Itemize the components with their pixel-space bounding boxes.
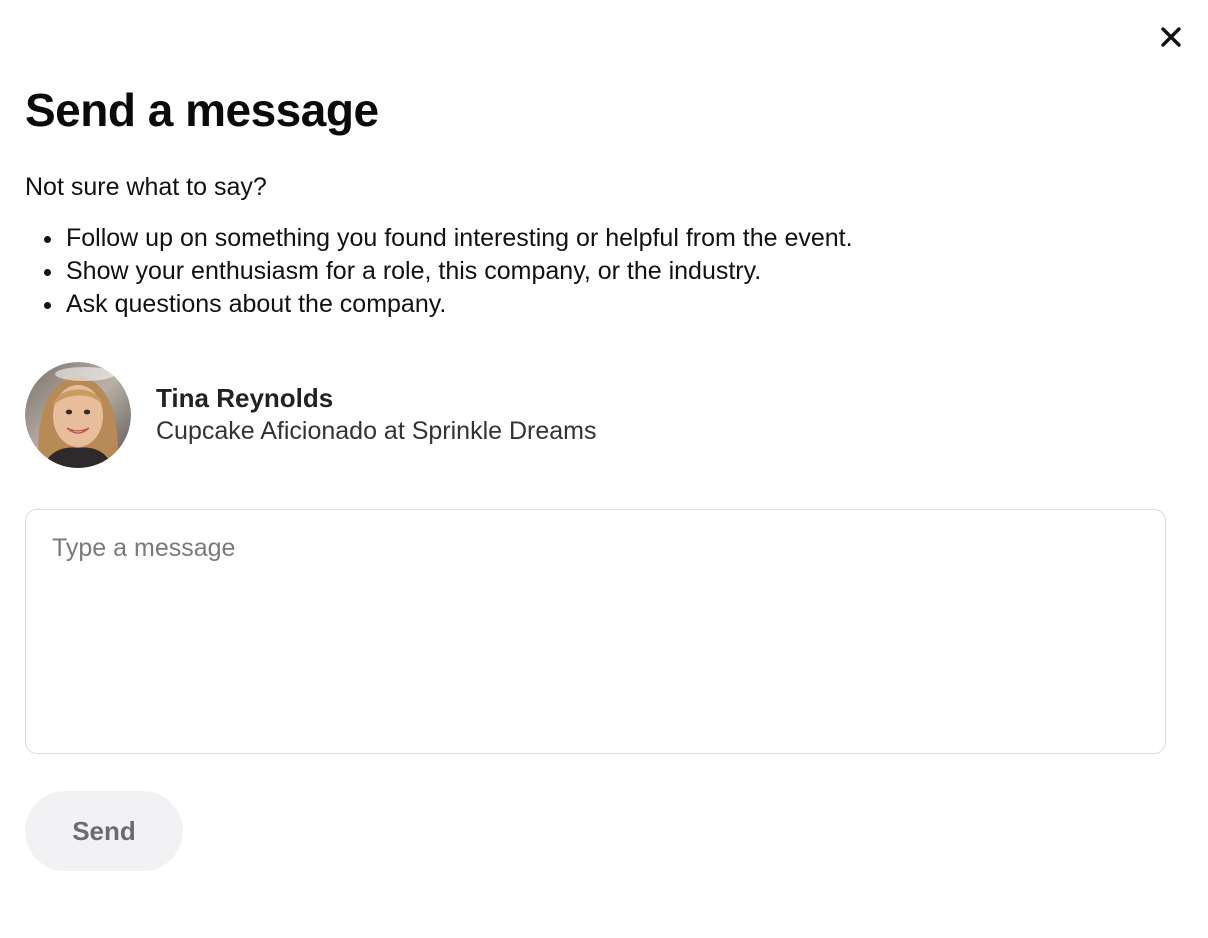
send-button[interactable]: Send bbox=[25, 791, 183, 871]
send-message-dialog: Send a message Not sure what to say? Fol… bbox=[0, 0, 1208, 938]
dialog-subtitle: Not sure what to say? bbox=[25, 173, 267, 201]
dialog-title: Send a message bbox=[25, 84, 379, 136]
tip-text: Ask questions about the company. bbox=[66, 290, 447, 318]
message-input[interactable] bbox=[25, 509, 1166, 754]
avatar-photo bbox=[25, 362, 131, 468]
bullet-icon bbox=[44, 236, 51, 243]
recipient-role: Cupcake Aficionado at Sprinkle Dreams bbox=[156, 417, 597, 445]
close-icon bbox=[1161, 27, 1181, 47]
tip-item: Follow up on something you found interes… bbox=[25, 222, 853, 255]
bullet-icon bbox=[44, 302, 51, 309]
recipient-info: Tina Reynolds Cupcake Aficionado at Spri… bbox=[156, 382, 597, 448]
recipient-name: Tina Reynolds bbox=[156, 383, 334, 413]
avatar bbox=[25, 362, 131, 468]
tip-item: Show your enthusiasm for a role, this co… bbox=[25, 255, 853, 288]
tip-text: Show your enthusiasm for a role, this co… bbox=[66, 257, 762, 285]
tips-list: Follow up on something you found interes… bbox=[25, 222, 853, 321]
tip-item: Ask questions about the company. bbox=[25, 288, 853, 321]
bullet-icon bbox=[44, 269, 51, 276]
recipient-profile: Tina Reynolds Cupcake Aficionado at Spri… bbox=[25, 362, 597, 468]
tip-text: Follow up on something you found interes… bbox=[66, 224, 853, 252]
close-button[interactable] bbox=[1156, 22, 1186, 52]
